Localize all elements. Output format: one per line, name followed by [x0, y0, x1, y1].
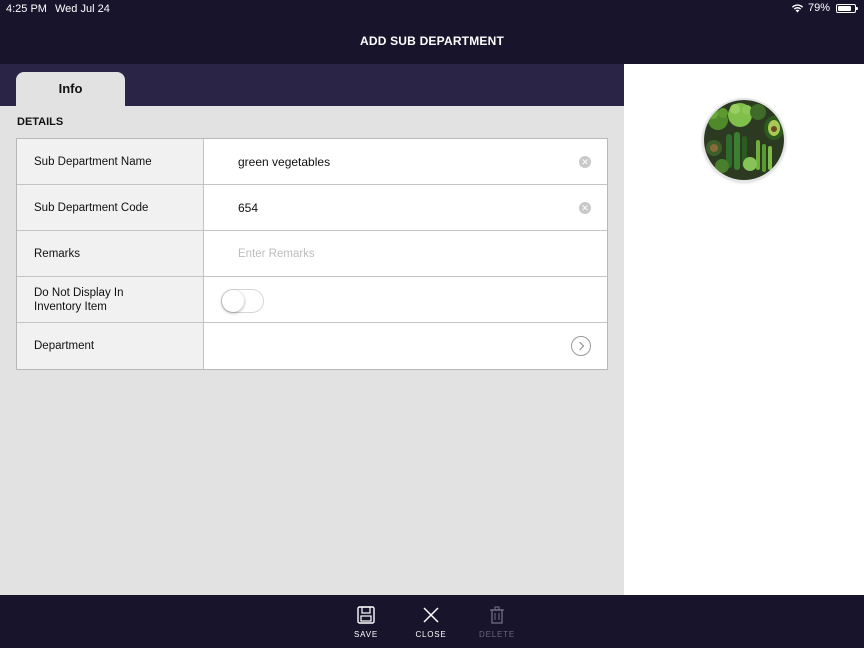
- do-not-display-toggle[interactable]: [221, 289, 264, 313]
- save-icon: [357, 606, 375, 624]
- remarks-label: Remarks: [17, 231, 204, 276]
- close-icon: [423, 607, 439, 623]
- sub-department-name-value: green vegetables: [238, 154, 331, 169]
- form-row-remarks: Remarks Enter Remarks: [17, 231, 607, 277]
- save-label: SAVE: [354, 630, 378, 639]
- wifi-icon: [791, 4, 804, 13]
- form-row-do-not-display: Do Not Display In Inventory Item: [17, 277, 607, 323]
- sub-department-name-label: Sub Department Name: [17, 139, 204, 184]
- chevron-right-icon[interactable]: [571, 336, 591, 356]
- form-row-code: Sub Department Code 654 ✕: [17, 185, 607, 231]
- battery-percent: 79%: [807, 2, 830, 14]
- status-date: Wed Jul 24: [55, 3, 110, 15]
- section-title: DETAILS: [17, 116, 64, 128]
- do-not-display-label-line2: Inventory Item: [34, 300, 107, 313]
- status-bar: 4:25 PM Wed Jul 24 79%: [0, 0, 864, 18]
- bottom-toolbar: SAVE CLOSE DELETE: [0, 595, 864, 648]
- toggle-knob: [222, 290, 244, 312]
- status-right: 79%: [791, 2, 858, 14]
- delete-button[interactable]: DELETE: [472, 605, 522, 639]
- header-bar: ADD SUB DEPARTMENT: [0, 18, 864, 64]
- image-panel: [624, 64, 864, 595]
- tab-info[interactable]: Info: [16, 72, 125, 106]
- tab-strip: Info: [0, 64, 624, 106]
- remarks-field[interactable]: Enter Remarks: [204, 231, 607, 276]
- department-label: Department: [17, 323, 204, 369]
- clear-code-icon[interactable]: ✕: [579, 202, 591, 214]
- trash-icon: [490, 606, 504, 624]
- sub-department-name-field[interactable]: green vegetables ✕: [204, 139, 607, 184]
- do-not-display-cell: [204, 277, 607, 322]
- department-field[interactable]: [204, 323, 607, 369]
- close-label: CLOSE: [415, 630, 447, 639]
- battery-icon: [836, 3, 858, 13]
- clear-name-icon[interactable]: ✕: [579, 156, 591, 168]
- sub-department-code-label: Sub Department Code: [17, 185, 204, 230]
- sub-department-code-value: 654: [238, 200, 259, 215]
- form-row-department: Department: [17, 323, 607, 369]
- do-not-display-label-line1: Do Not Display In: [34, 286, 124, 299]
- status-time: 4:25 PM: [6, 3, 47, 15]
- remarks-placeholder: Enter Remarks: [238, 247, 315, 260]
- delete-label: DELETE: [479, 630, 515, 639]
- do-not-display-label: Do Not Display In Inventory Item: [17, 277, 204, 322]
- details-panel: Info DETAILS Sub Department Name green v…: [0, 64, 624, 595]
- save-button[interactable]: SAVE: [341, 605, 391, 639]
- page-title: ADD SUB DEPARTMENT: [359, 34, 505, 48]
- sub-department-image[interactable]: [702, 98, 786, 182]
- close-button[interactable]: CLOSE: [406, 605, 456, 639]
- green-vegetables-photo: [704, 100, 784, 180]
- form-row-name: Sub Department Name green vegetables ✕: [17, 139, 607, 185]
- details-form: Sub Department Name green vegetables ✕ S…: [16, 138, 608, 370]
- sub-department-code-field[interactable]: 654 ✕: [204, 185, 607, 230]
